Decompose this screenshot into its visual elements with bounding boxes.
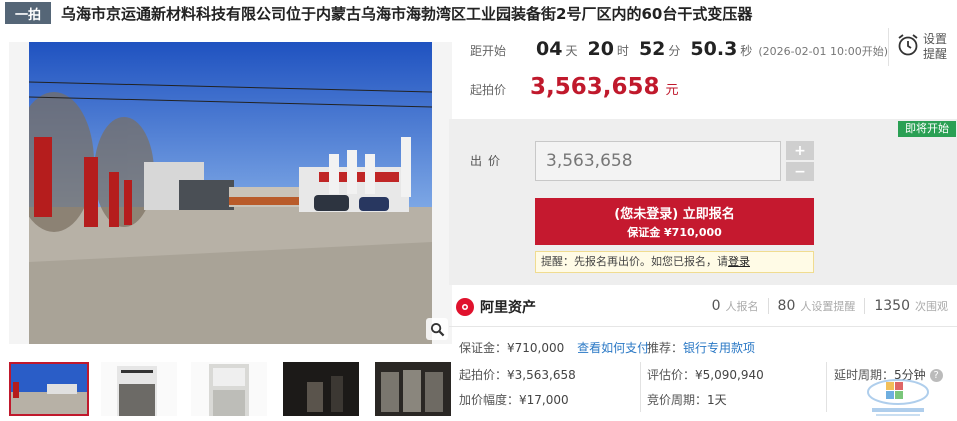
- login-link[interactable]: 登录: [728, 255, 750, 268]
- bid-label: 出价: [470, 154, 507, 168]
- thumbnail-strip: [9, 362, 452, 416]
- signup-count-label: 人报名: [725, 300, 759, 313]
- register-tip: 提醒：先报名再出价。如您已报名，请登录: [535, 251, 814, 273]
- detail-start-price: 起拍价：¥3,563,658: [459, 366, 576, 383]
- recommend-info: 推荐：银行专用款项: [647, 339, 755, 356]
- bid-cycle-label: 竞价周期：: [647, 393, 708, 407]
- countdown-hours-unit: 时: [616, 44, 629, 58]
- set-reminder-button[interactable]: 设置提醒: [888, 28, 956, 66]
- detail-eval-price: 评估价：¥5,090,940: [647, 366, 764, 383]
- reminder-count: 80: [777, 298, 796, 314]
- countdown: 距开始 04 天 20 时 52 分 50.3 秒 (2026-02-01 10…: [470, 38, 888, 64]
- start-price-value: 3,563,658: [530, 74, 660, 100]
- page-title: 乌海市京运通新材料科技有限公司位于内蒙古乌海市海勃湾区工业园装备街2号厂区内的6…: [61, 4, 753, 23]
- deposit-label: 保证金：: [459, 341, 508, 355]
- eval-price-label: 评估价：: [647, 368, 696, 382]
- set-reminder-label: 设置提醒: [923, 32, 948, 61]
- tip-text: 提醒：先报名再出价。如您已报名，请: [541, 255, 728, 268]
- watermark-logo-icon: [862, 370, 934, 418]
- alarm-clock-icon: [897, 33, 919, 61]
- auction-round-tag: 一拍: [5, 2, 51, 24]
- main-photo-viewer[interactable]: [9, 42, 452, 344]
- bank-special-funds-link[interactable]: 银行专用款项: [683, 341, 755, 355]
- view-count-label: 次围观: [915, 300, 948, 313]
- ali-asset-logo-icon: [456, 298, 474, 316]
- magnifier-icon[interactable]: [426, 318, 448, 340]
- how-to-pay-link[interactable]: 查看如何支付: [577, 341, 649, 355]
- register-now-button[interactable]: (您未登录) 立即报名 保证金 ¥710,000: [535, 198, 814, 245]
- auction-stats: 0 人报名 80 人设置提醒 1350 次围观: [712, 298, 948, 314]
- auction-start-time: (2026-02-01 10:00开始): [758, 45, 889, 58]
- view-count: 1350: [874, 298, 910, 314]
- increment-label: 加价幅度：: [459, 393, 520, 407]
- start-price-label: 起拍价: [470, 83, 507, 97]
- stat-divider: [767, 298, 769, 314]
- thumbnail-electrical-cabinet[interactable]: [101, 362, 177, 416]
- countdown-minutes: 52: [638, 38, 666, 60]
- recommend-label: 推荐：: [647, 341, 684, 355]
- factory-yard-photo: [29, 42, 432, 344]
- increment-value: ¥17,000: [519, 393, 569, 407]
- bid-amount-input[interactable]: [535, 141, 781, 181]
- bid-panel: 即将开始 出价 + − (您未登录) 立即报名 保证金 ¥710,000 提醒：…: [449, 119, 957, 285]
- column-divider: [640, 362, 641, 412]
- thumbnail-transformer-room[interactable]: [375, 362, 451, 416]
- bid-cycle-value: 1天: [707, 393, 727, 407]
- stat-divider: [864, 298, 866, 314]
- detail-bid-cycle: 竞价周期：1天: [647, 391, 727, 408]
- signup-count: 0: [711, 298, 721, 314]
- reminder-count-label: 人设置提醒: [800, 300, 856, 313]
- increase-bid-button[interactable]: +: [786, 141, 814, 160]
- detail-start-price-label: 起拍价：: [459, 368, 508, 382]
- countdown-seconds: 50.3: [690, 38, 738, 60]
- countdown-hours: 20: [587, 38, 614, 60]
- register-button-deposit: 保证金 ¥710,000: [627, 226, 722, 239]
- section-divider: [449, 326, 957, 327]
- countdown-minutes-unit: 分: [668, 44, 681, 58]
- deposit-info: 保证金：¥710,000 查看如何支付: [459, 339, 649, 356]
- start-price-row: 起拍价 3,563,658 元: [470, 74, 679, 100]
- countdown-days: 04: [536, 38, 563, 60]
- start-price-unit: 元: [665, 83, 679, 98]
- bid-stepper: + −: [786, 141, 814, 181]
- countdown-label: 距开始: [470, 44, 507, 58]
- status-badge: 即将开始: [898, 121, 956, 137]
- platform-bar: 阿里资产 0 人报名 80 人设置提醒 1350 次围观: [456, 292, 956, 322]
- column-divider: [826, 362, 827, 412]
- eval-price-value: ¥5,090,940: [695, 368, 764, 382]
- thumbnail-transformer-cabinet[interactable]: [191, 362, 267, 416]
- deposit-value: ¥710,000: [507, 341, 565, 355]
- detail-start-price-value: ¥3,563,658: [507, 368, 576, 382]
- thumbnail-factory-yard[interactable]: [9, 362, 89, 416]
- thumbnail-dark-warehouse[interactable]: [283, 362, 359, 416]
- countdown-days-unit: 天: [565, 44, 578, 58]
- platform-name: 阿里资产: [480, 300, 536, 316]
- detail-increment: 加价幅度：¥17,000: [459, 391, 569, 408]
- countdown-seconds-unit: 秒: [740, 44, 753, 58]
- decrease-bid-button[interactable]: −: [786, 162, 814, 181]
- register-button-label: (您未登录) 立即报名: [614, 207, 735, 222]
- page-header: 一拍 乌海市京运通新材料科技有限公司位于内蒙古乌海市海勃湾区工业园装备街2号厂区…: [0, 0, 957, 26]
